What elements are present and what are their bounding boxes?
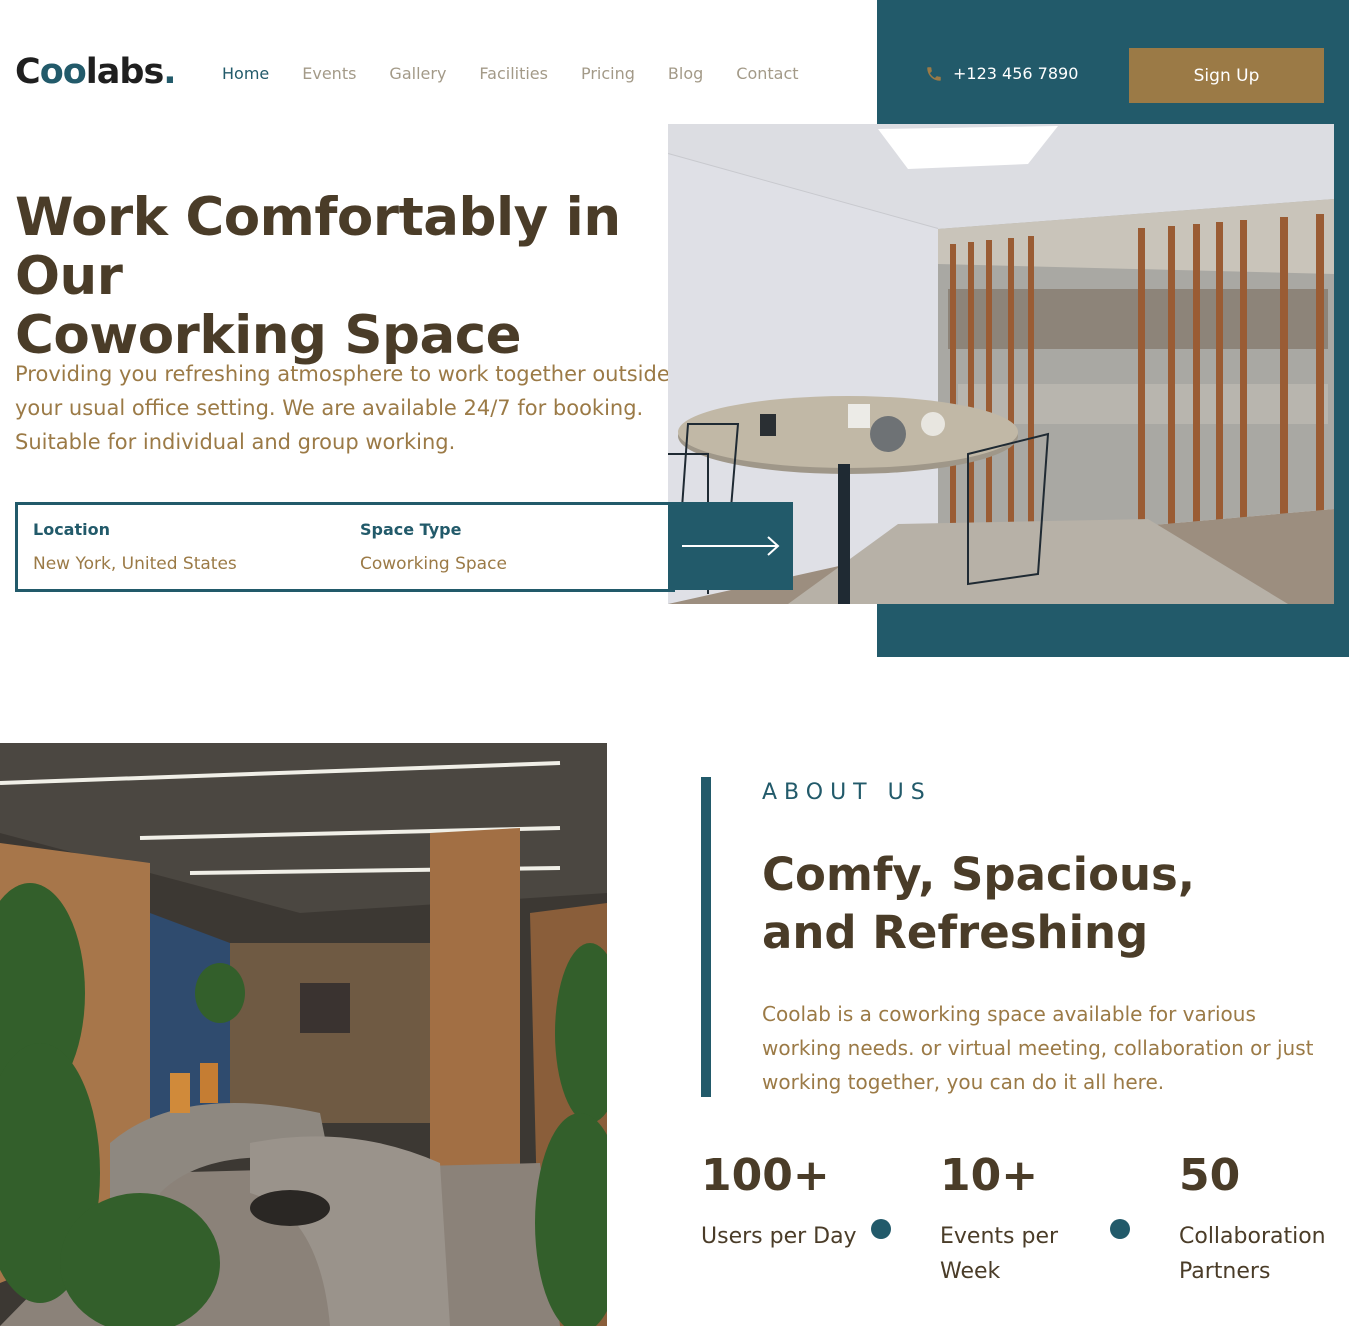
space-type-label: Space Type [360, 520, 462, 539]
nav-contact[interactable]: Contact [736, 64, 798, 83]
location-label: Location [33, 520, 110, 539]
stat-separator-dot [1110, 1219, 1130, 1239]
nav-events[interactable]: Events [302, 64, 356, 83]
stat-separator-dot [871, 1219, 891, 1239]
nav-pricing[interactable]: Pricing [581, 64, 635, 83]
about-title-line-1: Comfy, Spacious, [762, 848, 1195, 901]
phone-contact[interactable]: +123 456 7890 [925, 64, 1078, 83]
nav-blog[interactable]: Blog [668, 64, 703, 83]
space-search-form: Location New York, United States Space T… [15, 502, 675, 592]
stat-partners-label: Collaboration Partners [1179, 1224, 1326, 1284]
location-select[interactable]: New York, United States [33, 554, 237, 574]
arrow-right-icon [681, 536, 779, 556]
about-description: Coolab is a coworking space available fo… [762, 1002, 1314, 1094]
stat-partners-value: 50 [1179, 1150, 1241, 1201]
about-eyebrow: ABOUT US [762, 780, 932, 805]
nav-home[interactable]: Home [222, 64, 269, 83]
space-type-select[interactable]: Coworking Space [360, 554, 507, 574]
nav-gallery[interactable]: Gallery [389, 64, 446, 83]
hero-title: Work Comfortably in Our Coworking Space [15, 188, 735, 365]
stat-events-value: 10+ [940, 1150, 1039, 1201]
about-lounge-photo [0, 743, 607, 1326]
about-accent-bar [701, 777, 711, 1097]
phone-number: +123 456 7890 [953, 64, 1079, 83]
about-title: Comfy, Spacious, and Refreshing [762, 846, 1322, 962]
stat-users-value: 100+ [701, 1150, 830, 1201]
signup-button[interactable]: Sign Up [1129, 48, 1324, 103]
brand-logo[interactable]: Coolabs. [15, 52, 177, 92]
main-nav: Home Events Gallery Facilities Pricing B… [222, 64, 832, 83]
nav-facilities[interactable]: Facilities [479, 64, 548, 83]
stat-users-label: Users per Day [701, 1224, 857, 1249]
phone-icon [927, 66, 941, 81]
about-title-line-2: and Refreshing [762, 906, 1149, 959]
stat-events-label: Events per Week [940, 1224, 1059, 1284]
hero-title-line-1: Work Comfortably in Our [15, 187, 621, 307]
search-submit-button[interactable] [668, 502, 793, 590]
hero-description: Providing you refreshing atmosphere to w… [15, 362, 670, 454]
